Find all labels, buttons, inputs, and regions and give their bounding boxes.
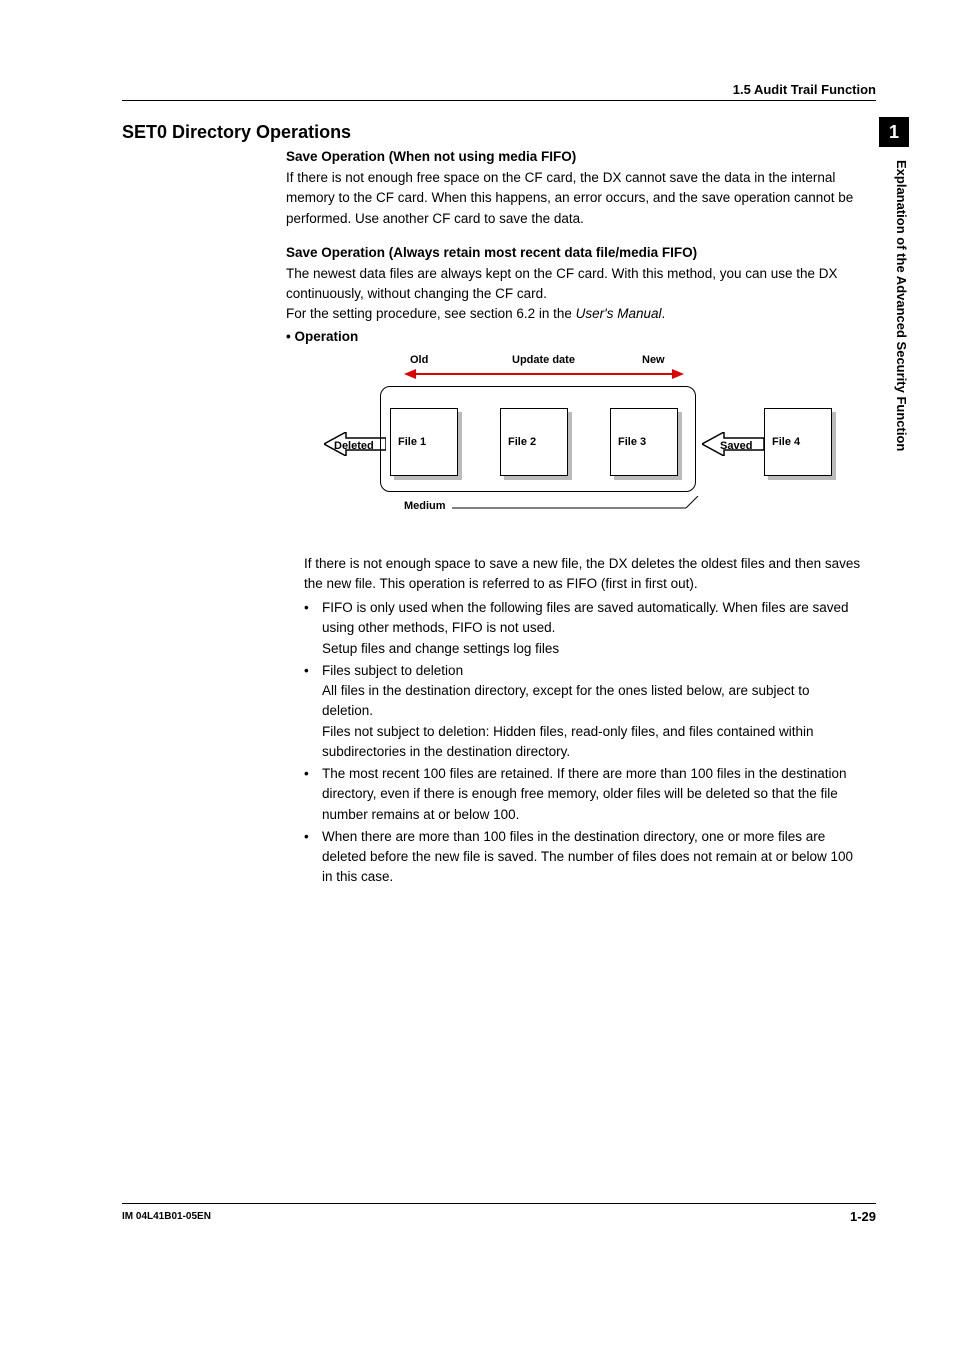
bullet-2: • Files subject to deletion All files in… bbox=[304, 661, 862, 762]
bullet-4: • When there are more than 100 files in … bbox=[304, 827, 862, 888]
bullet-1-line-2: Setup files and change settings log file… bbox=[322, 639, 862, 659]
label-file-3: File 3 bbox=[618, 436, 646, 448]
medium-pointer-icon bbox=[452, 496, 702, 526]
bullet-2-body: Files subject to deletion All files in t… bbox=[322, 661, 862, 762]
para-save-no-fifo: If there is not enough free space on the… bbox=[286, 168, 862, 229]
bullet-3: • The most recent 100 files are retained… bbox=[304, 764, 862, 825]
bullet-mark: • bbox=[304, 598, 322, 659]
label-medium: Medium bbox=[404, 500, 446, 512]
bullet-1-body: FIFO is only used when the following fil… bbox=[322, 598, 862, 659]
bullet-1-line-1: FIFO is only used when the following fil… bbox=[322, 598, 862, 639]
file-4: File 4 bbox=[764, 408, 837, 481]
bullet-4-body: When there are more than 100 files in th… bbox=[322, 827, 862, 888]
header-rule bbox=[122, 100, 876, 101]
para-fifo-2a: For the setting procedure, see section 6… bbox=[286, 306, 576, 321]
heading-save-fifo: Save Operation (Always retain most recen… bbox=[286, 245, 862, 260]
label-old: Old bbox=[410, 354, 428, 366]
fifo-diagram: Old Update date New Deleted bbox=[304, 352, 844, 530]
file-2: File 2 bbox=[500, 408, 573, 481]
footer-page-number: 1-29 bbox=[850, 1209, 876, 1224]
para-fifo-2: For the setting procedure, see section 6… bbox=[286, 304, 862, 324]
bullet-2-line-2: All files in the destination directory, … bbox=[322, 681, 862, 722]
label-file-2: File 2 bbox=[508, 436, 536, 448]
label-update-date: Update date bbox=[512, 354, 575, 366]
bullet-list: • FIFO is only used when the following f… bbox=[304, 598, 862, 888]
file-1: File 1 bbox=[390, 408, 463, 481]
bullet-3-line-1: The most recent 100 files are retained. … bbox=[322, 764, 862, 825]
bullet-4-line-1: When there are more than 100 files in th… bbox=[322, 827, 862, 888]
operation-label: Operation bbox=[286, 329, 862, 344]
chapter-label: Explanation of the Advanced Security Fun… bbox=[879, 160, 909, 500]
page: 1.5 Audit Trail Function 1 Explanation o… bbox=[0, 0, 954, 1350]
footer-doc-id: IM 04L41B01-05EN bbox=[122, 1211, 211, 1222]
label-saved: Saved bbox=[720, 440, 752, 452]
heading-save-no-fifo: Save Operation (When not using media FIF… bbox=[286, 149, 862, 164]
bullet-3-body: The most recent 100 files are retained. … bbox=[322, 764, 862, 825]
bullet-2-line-1: Files subject to deletion bbox=[322, 661, 862, 681]
chapter-number: 1 bbox=[889, 122, 899, 143]
label-file-1: File 1 bbox=[398, 436, 426, 448]
para-fifo-2c: . bbox=[662, 306, 666, 321]
bullet-mark: • bbox=[304, 661, 322, 762]
bullet-1: • FIFO is only used when the following f… bbox=[304, 598, 862, 659]
content-area: SET0 Directory Operations Save Operation… bbox=[122, 122, 862, 890]
label-deleted: Deleted bbox=[334, 440, 374, 452]
section-body: Save Operation (When not using media FIF… bbox=[286, 149, 862, 888]
label-new: New bbox=[642, 354, 665, 366]
footer-rule bbox=[122, 1203, 876, 1204]
bullet-mark: • bbox=[304, 827, 322, 888]
chapter-tab: 1 bbox=[879, 117, 909, 147]
bullet-2-line-3: Files not subject to deletion: Hidden fi… bbox=[322, 722, 862, 763]
timeline-arrows-icon bbox=[404, 368, 684, 380]
para-after-diagram: If there is not enough space to save a n… bbox=[304, 554, 862, 595]
label-file-4: File 4 bbox=[772, 436, 800, 448]
para-fifo-1: The newest data files are always kept on… bbox=[286, 264, 862, 305]
running-header: 1.5 Audit Trail Function bbox=[122, 82, 876, 97]
file-3: File 3 bbox=[610, 408, 683, 481]
bullet-mark: • bbox=[304, 764, 322, 825]
page-title: SET0 Directory Operations bbox=[122, 122, 862, 143]
manual-ref: User's Manual bbox=[576, 306, 662, 321]
